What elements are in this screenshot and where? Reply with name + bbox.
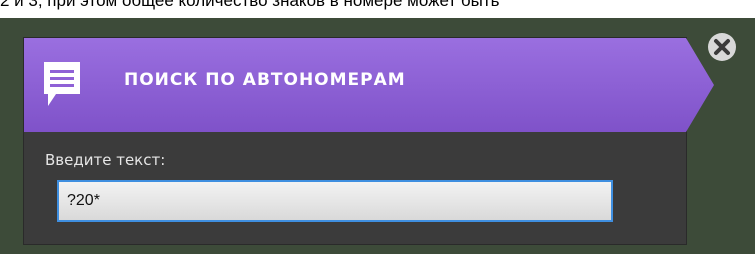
search-input[interactable] bbox=[57, 180, 613, 222]
message-icon bbox=[42, 60, 82, 108]
dialog-title: ПОИСК ПО АВТОНОМЕРАМ bbox=[124, 70, 406, 90]
search-field-label: Введите текст: bbox=[45, 151, 166, 169]
page-top-text: 2 и 3, при этом общее количество знаков … bbox=[0, 0, 500, 10]
close-icon[interactable] bbox=[706, 31, 738, 63]
